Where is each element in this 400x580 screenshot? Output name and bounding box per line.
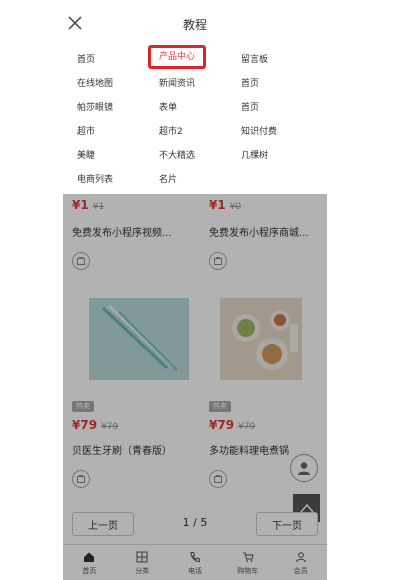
menu-title: 教程 <box>182 18 207 32</box>
menu-item-knowledge-pay[interactable]: 知识付费 <box>241 126 277 138</box>
menu-item-guestbook[interactable]: 留言板 <box>241 54 268 66</box>
menu-item-product-center[interactable]: 产品中心 <box>148 45 207 69</box>
phone-screen: ¥1 ¥1 免费发布小程序视频... ¥1 ¥0 免费发布小程序商城... 热卖… <box>63 8 327 580</box>
menu-item-lash[interactable]: 美睫 <box>77 150 95 162</box>
menu-item-supermarket[interactable]: 超市 <box>77 126 95 138</box>
nav-dropdown-menu: 教程 首页 产品中心 留言板 在线地图 新闻资讯 首页 帕莎眼镜 表单 首页 超… <box>63 8 327 194</box>
menu-item-home[interactable]: 首页 <box>77 54 95 66</box>
menu-item-supermarket-2[interactable]: 超市2 <box>159 126 183 138</box>
menu-item-business-card[interactable]: 名片 <box>159 174 177 186</box>
menu-item-form[interactable]: 表单 <box>159 102 177 114</box>
menu-item-trees[interactable]: 几棵树 <box>241 150 268 162</box>
dim-overlay[interactable] <box>63 194 327 580</box>
menu-item-home[interactable]: 首页 <box>241 102 259 114</box>
menu-item-online-map[interactable]: 在线地图 <box>77 78 113 90</box>
menu-item-ecommerce-list[interactable]: 电商列表 <box>77 174 113 186</box>
menu-item-selection[interactable]: 不大精选 <box>159 150 195 162</box>
menu-item-news[interactable]: 新闻资讯 <box>159 78 195 90</box>
menu-item-glasses[interactable]: 帕莎眼镜 <box>77 102 113 114</box>
menu-item-home[interactable]: 首页 <box>241 78 259 90</box>
menu-header: 教程 <box>63 8 327 38</box>
